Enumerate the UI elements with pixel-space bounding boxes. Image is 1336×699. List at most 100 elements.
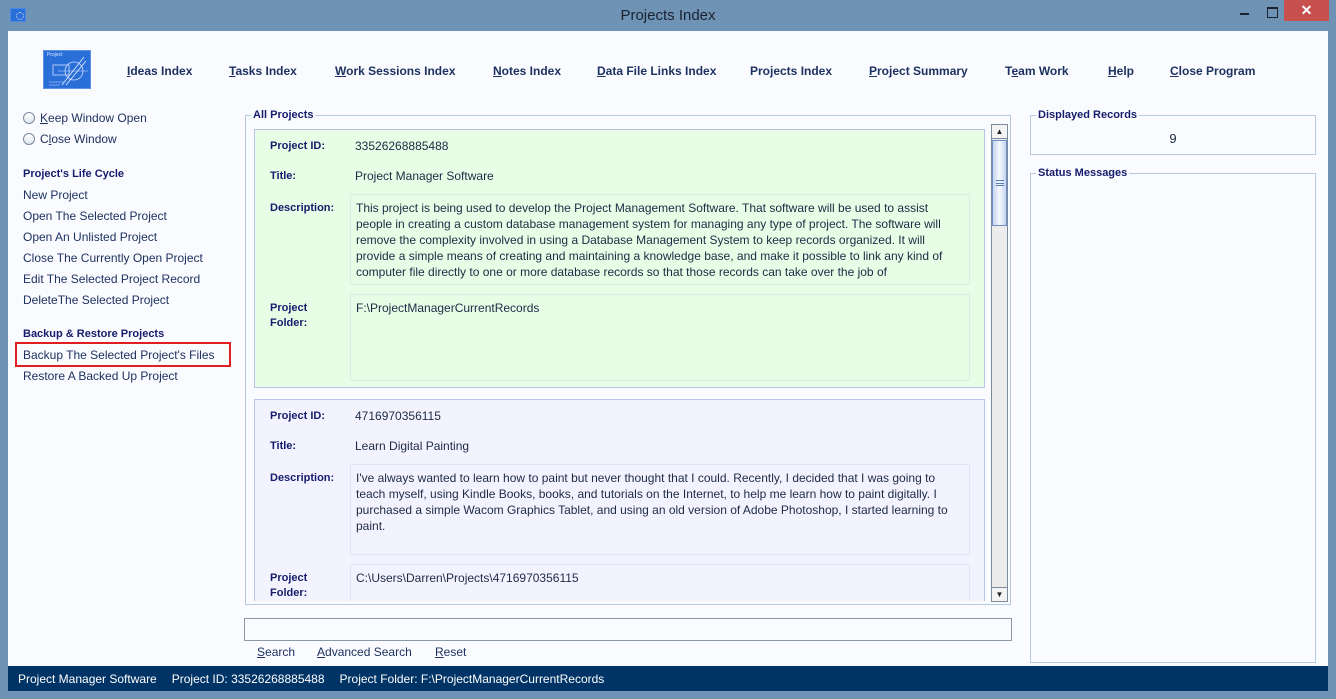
nav-data-file-links-index[interactable]: Data File Links Index	[597, 64, 716, 78]
radio-circle-icon[interactable]	[23, 133, 35, 145]
description-label: Description:	[270, 472, 335, 484]
nav-close-program[interactable]: Close Program	[1170, 64, 1255, 78]
grip-icon	[996, 180, 1004, 186]
nav-project-summary[interactable]: Project Summary	[869, 64, 968, 78]
radio-label: ose Window	[51, 132, 117, 146]
close-window-radio[interactable]: Cl ose Window	[23, 132, 117, 146]
description-value: I've always wanted to learn how to paint…	[350, 464, 970, 555]
all-projects-label: All Projects	[251, 109, 316, 121]
title-label: Title:	[270, 440, 297, 452]
nav-label: Projects Index	[750, 64, 833, 78]
displayed-records-count: 9	[1169, 131, 1177, 146]
backup-restore-heading: Backup & Restore Projects	[23, 328, 165, 340]
nav-mnemonic: W	[335, 64, 347, 78]
project-list: Project ID: 33526268885488 Title: Projec…	[254, 124, 985, 601]
nav-mnemonic: N	[493, 64, 502, 78]
minimize-button[interactable]	[1236, 0, 1264, 21]
advanced-search-button[interactable]: Advanced Search	[317, 645, 412, 659]
nav-mnemonic: D	[597, 64, 606, 78]
nav-label: elp	[1116, 64, 1135, 78]
folder-label-line2: Folder:	[270, 317, 308, 329]
nav-label: otes Index	[501, 64, 562, 78]
folder-label: Project Folder:	[270, 571, 307, 601]
nav-label: ata File Links Index	[605, 64, 717, 78]
folder-label-line2: Folder:	[270, 587, 308, 599]
status-project-folder: Project Folder: F:\ProjectManagerCurrent…	[339, 671, 605, 686]
scroll-thumb[interactable]	[992, 140, 1007, 226]
advanced-search-label: dvanced Search	[325, 645, 412, 659]
folder-label: Project Folder:	[270, 301, 307, 331]
radio-circle-icon[interactable]	[23, 112, 35, 124]
search-input[interactable]	[244, 618, 1012, 641]
nav-help[interactable]: Help	[1108, 64, 1134, 78]
status-bar: Project Manager Software Project ID: 335…	[8, 666, 1328, 691]
nav-label: am Work	[1018, 64, 1069, 78]
scroll-up-arrow-icon[interactable]: ▲	[992, 125, 1007, 139]
radio-mnemonic: K	[40, 111, 49, 125]
open-selected-project-link[interactable]: Open The Selected Project	[23, 209, 167, 223]
search-mnemonic: S	[257, 645, 266, 659]
life-cycle-heading: Project's Life Cycle	[23, 168, 125, 180]
project-id-label: Project ID:	[270, 410, 326, 422]
advanced-search-mnemonic: A	[317, 645, 326, 659]
open-unlisted-project-link[interactable]: Open An Unlisted Project	[23, 230, 157, 244]
reset-label: eset	[443, 645, 467, 659]
logo-graphic	[49, 56, 88, 86]
nav-mnemonic: H	[1108, 64, 1117, 78]
scroll-down-arrow-icon[interactable]: ▼	[992, 587, 1007, 601]
project-list-scrollbar[interactable]: ▲ ▼	[991, 124, 1008, 602]
title-bar: Projects Index ✕	[0, 0, 1336, 31]
restore-backed-up-project-link[interactable]: Restore A Backed Up Project	[23, 369, 178, 383]
folder-label-line1: Project	[270, 572, 308, 584]
folder-label-line1: Project	[270, 302, 308, 314]
description-label: Description:	[270, 202, 335, 214]
nav-tasks-index[interactable]: Tasks Index	[229, 64, 297, 78]
nav-label: deas Index	[130, 64, 193, 78]
nav-label: ork Sessions Index	[346, 64, 456, 78]
nav-label: asks Index	[235, 64, 297, 78]
status-app-name: Project Manager Software	[18, 671, 157, 686]
project-id-label: Project ID:	[270, 140, 326, 152]
folder-value: F:\ProjectManagerCurrentRecords	[350, 294, 970, 381]
description-value: This project is being used to develop th…	[350, 194, 970, 285]
delete-project-link[interactable]: DeleteThe Selected Project	[23, 293, 169, 307]
title-value: Project Manager Software	[355, 169, 494, 183]
nav-label: roject Summary	[877, 64, 968, 78]
folder-value: C:\Users\Darren\Projects\4716970356115	[350, 564, 970, 601]
project-id-value: 4716970356115	[355, 409, 441, 423]
radio-label: C	[40, 132, 49, 146]
reset-button[interactable]: Reset	[435, 645, 466, 659]
maximize-button[interactable]	[1264, 0, 1284, 21]
nav-ideas-index[interactable]: Ideas Index	[127, 64, 192, 78]
reset-mnemonic: R	[435, 645, 444, 659]
radio-label: eep Window Open	[48, 111, 147, 125]
window-title: Projects Index	[620, 7, 716, 24]
nav-mnemonic: P	[869, 64, 878, 78]
search-label: earch	[265, 645, 296, 659]
nav-team-work[interactable]: Team Work	[1005, 64, 1069, 78]
status-messages-label: Status Messages	[1036, 167, 1130, 179]
displayed-records-panel: Displayed Records 9	[1030, 109, 1316, 155]
client-area: Project Ideas Index Tasks Index Work Ses…	[8, 31, 1328, 691]
title-label: Title:	[270, 170, 297, 182]
new-project-link[interactable]: New Project	[23, 188, 88, 202]
project-id-value: 33526268885488	[355, 139, 449, 153]
edit-project-record-link[interactable]: Edit The Selected Project Record	[23, 272, 200, 286]
close-window-button[interactable]: ✕	[1284, 0, 1329, 21]
status-messages-panel: Status Messages	[1030, 167, 1316, 663]
nav-work-sessions-index[interactable]: Work Sessions Index	[335, 64, 456, 78]
status-project-id: Project ID: 33526268885488	[171, 671, 325, 686]
search-button[interactable]: Search	[257, 645, 295, 659]
project-logo-icon: Project	[43, 50, 91, 89]
nav-label: lose Program	[1178, 64, 1256, 78]
nav-mnemonic: C	[1170, 64, 1179, 78]
project-card[interactable]: Project ID: 4716970356115 Title: Learn D…	[254, 399, 985, 601]
project-card[interactable]: Project ID: 33526268885488 Title: Projec…	[254, 129, 985, 388]
close-open-project-link[interactable]: Close The Currently Open Project	[23, 251, 203, 265]
backup-project-files-link[interactable]: Backup The Selected Project's Files	[23, 348, 215, 362]
nav-notes-index[interactable]: Notes Index	[493, 64, 561, 78]
title-value: Learn Digital Painting	[355, 439, 470, 453]
nav-projects-index[interactable]: Projects Index	[750, 64, 832, 78]
displayed-records-label: Displayed Records	[1036, 109, 1140, 121]
keep-window-open-radio[interactable]: Keep Window Open	[23, 111, 147, 125]
